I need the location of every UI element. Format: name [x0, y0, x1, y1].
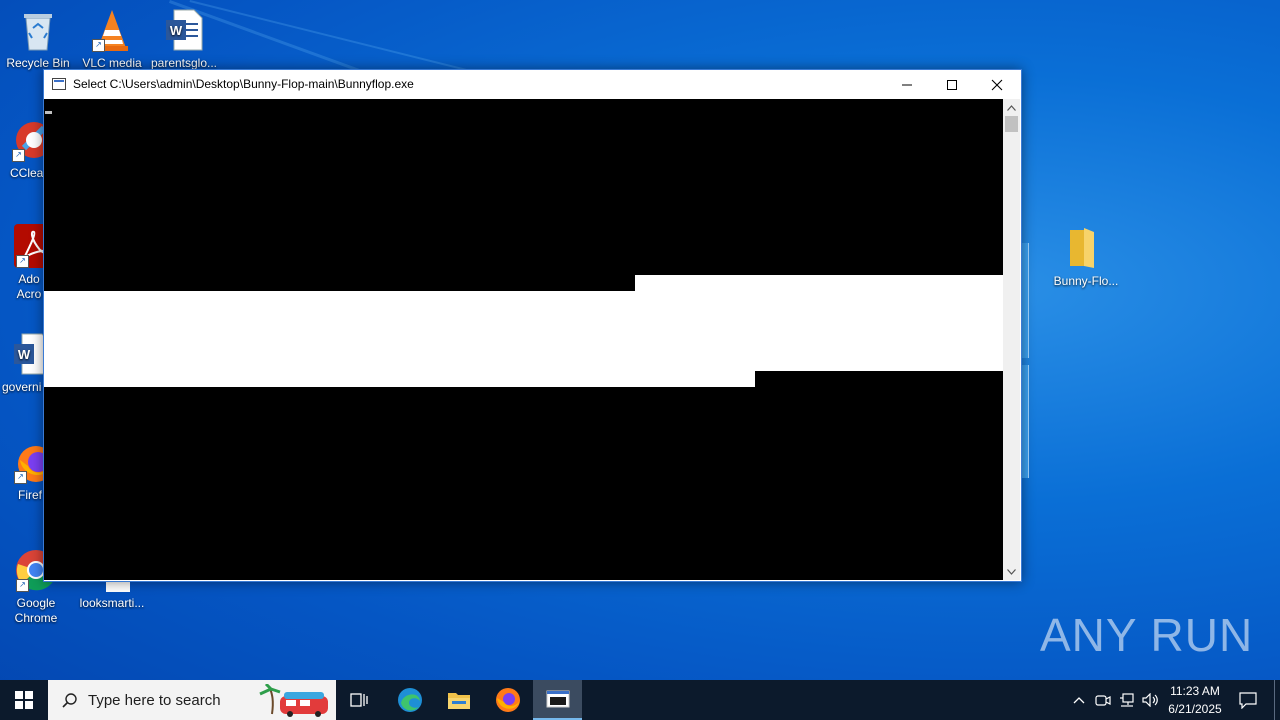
console-app-icon: [52, 78, 66, 90]
desktop-icon-label: Bunny-Flo...: [1053, 274, 1119, 288]
task-view-button[interactable]: [336, 680, 384, 720]
clock-date: 6/21/2025: [1168, 702, 1222, 716]
desktop-icon-label: parentsglo...: [150, 56, 218, 70]
file-explorer-icon: [448, 693, 470, 709]
shortcut-arrow-icon: ↗: [14, 471, 27, 484]
show-desktop-button[interactable]: [1274, 680, 1280, 720]
shortcut-arrow-icon: ↗: [16, 579, 29, 592]
vertical-scrollbar[interactable]: [1003, 99, 1020, 580]
svg-text:W: W: [18, 347, 31, 362]
anyrun-watermark: ANY RUN: [1040, 609, 1254, 661]
volume-icon: [1142, 693, 1158, 707]
search-highlight-icon: [259, 684, 328, 717]
desktop-icon-label: Recycle Bin: [6, 56, 70, 70]
scroll-down-button[interactable]: [1003, 563, 1020, 580]
shortcut-arrow-icon: ↗: [92, 39, 105, 52]
taskbar-clock[interactable]: 11:23 AM 6/21/2025: [1160, 683, 1230, 717]
minimize-button[interactable]: [884, 70, 930, 99]
start-button[interactable]: [0, 680, 48, 720]
clock-time: 11:23 AM: [1170, 684, 1220, 698]
taskbar-console-button[interactable]: [533, 680, 582, 720]
desktop-icon-label: Google Chrome: [14, 596, 58, 625]
camera-icon: [1095, 695, 1111, 706]
desktop-icon-label: governi: [2, 380, 42, 394]
firefox-icon: [496, 688, 520, 712]
chevron-up-icon: [1073, 697, 1085, 704]
selection-highlight: [635, 275, 1003, 291]
desktop-icon-parentsglo[interactable]: W parentsglo...: [146, 8, 222, 71]
desktop-icon-recycle-bin[interactable]: Recycle Bin: [0, 8, 76, 71]
scrollbar-thumb[interactable]: [1005, 116, 1018, 132]
recycle-bin-icon: [16, 8, 60, 52]
action-center-button[interactable]: [1232, 680, 1264, 720]
search-icon: [62, 693, 77, 708]
minimize-icon: [902, 84, 912, 85]
taskbar-firefox-button[interactable]: [484, 680, 532, 720]
scroll-up-button[interactable]: [1003, 99, 1020, 116]
close-button[interactable]: [974, 70, 1020, 99]
folder-icon: [1064, 226, 1108, 270]
tray-volume-button[interactable]: [1140, 680, 1162, 720]
shortcut-arrow-icon: ↗: [12, 149, 25, 162]
close-icon: [991, 79, 1003, 90]
tray-network-button[interactable]: [1116, 680, 1138, 720]
chevron-down-icon: [1007, 568, 1016, 575]
taskbar: Type here to search 11:23 AM 6/21/2025: [0, 680, 1280, 720]
desktop-icon-vlc[interactable]: ↗ VLC media: [74, 8, 150, 71]
taskbar-search-box[interactable]: Type here to search: [48, 680, 336, 720]
show-hidden-icons-button[interactable]: [1068, 680, 1090, 720]
vlc-icon: ↗: [90, 8, 134, 52]
maximize-button[interactable]: [929, 70, 975, 99]
window-title: Select C:\Users\admin\Desktop\Bunny-Flop…: [73, 77, 414, 91]
window-titlebar[interactable]: Select C:\Users\admin\Desktop\Bunny-Flop…: [44, 70, 1021, 99]
shortcut-arrow-icon: ↗: [16, 255, 29, 268]
selection-highlight: [44, 371, 755, 387]
maximize-icon: [947, 79, 957, 90]
notification-icon: [1239, 692, 1257, 709]
taskbar-file-explorer-button[interactable]: [435, 680, 483, 720]
edge-icon: [398, 688, 422, 712]
console-output-area[interactable]: [44, 99, 1003, 580]
text-cursor: [45, 111, 52, 114]
tray-meet-now-button[interactable]: [1092, 680, 1114, 720]
desktop-icon-governi[interactable]: W governi: [0, 332, 48, 395]
selection-highlight: [44, 291, 1003, 371]
desktop-icon-firefox[interactable]: ↗ Firef: [0, 440, 48, 503]
svg-text:W: W: [170, 23, 183, 38]
taskbar-edge-button[interactable]: [386, 680, 434, 720]
console-window[interactable]: Select C:\Users\admin\Desktop\Bunny-Flop…: [43, 69, 1022, 582]
desktop-icon-label: looksmarti...: [79, 596, 145, 610]
desktop-icon-label: VLC media: [82, 56, 142, 70]
task-view-icon: [350, 693, 368, 707]
console-icon: [546, 690, 569, 708]
word-document-icon: W: [162, 8, 206, 52]
chevron-up-icon: [1007, 104, 1016, 111]
desktop-icon-label: Ado Acro: [16, 272, 42, 301]
search-placeholder: Type here to search: [88, 692, 221, 709]
network-icon: [1120, 693, 1134, 707]
windows-logo-icon: [15, 691, 33, 709]
desktop-icon-bunny-flop-folder[interactable]: Bunny-Flo...: [1048, 226, 1124, 289]
